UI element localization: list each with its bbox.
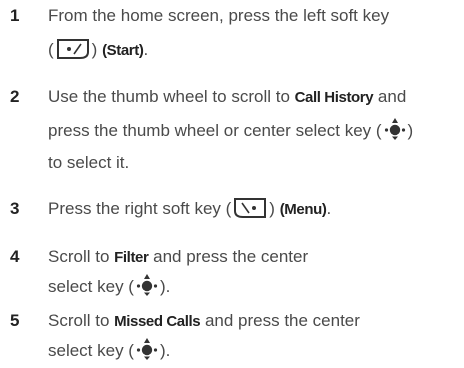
step-text-segment: and	[373, 87, 407, 106]
center-select-key-icon	[136, 274, 158, 296]
step-line: press the thumb wheel or center select k…	[48, 117, 458, 144]
left-soft-key-icon	[56, 39, 89, 59]
step-text-segment: From the home screen, press the left sof…	[48, 6, 390, 25]
step-text-bold: (Start)	[102, 42, 144, 59]
step-text-segment: )	[407, 121, 414, 140]
step-line: Scroll to Missed Calls and press the cen…	[48, 308, 458, 335]
step-line: select key ( ).	[48, 337, 458, 364]
step-number: 3	[10, 199, 20, 218]
step-text-segment: select key (	[48, 341, 134, 360]
step-text-segment: press the thumb wheel or center select k…	[48, 121, 382, 140]
step-text-segment: .	[326, 199, 332, 218]
center-select-key-icon	[136, 338, 158, 360]
step-text-segment: select key (	[48, 277, 134, 296]
step-line: ( ) (Start).	[48, 37, 458, 64]
step-text-segment: ).	[159, 341, 171, 360]
step-line: From the home screen, press the left sof…	[48, 3, 458, 29]
step-text-segment: and press the center	[200, 311, 360, 330]
step-text-segment: Use the thumb wheel to scroll to	[48, 87, 295, 106]
step-text-segment: )	[91, 40, 103, 59]
step-text: Press the right soft key ( ) (Menu).	[48, 196, 458, 223]
step-line: Press the right soft key ( ) (Menu).	[48, 196, 458, 223]
step-line: Scroll to Filter and press the center	[48, 244, 458, 271]
step-line: select key ( ).	[48, 273, 458, 300]
step-text-segment: and press the center	[148, 247, 309, 266]
step-text: From the home screen, press the left sof…	[48, 3, 458, 64]
step-text-segment: to select it.	[48, 153, 130, 172]
step-line: to select it.	[48, 150, 458, 176]
step-number: 5	[10, 311, 20, 330]
step-text: Use the thumb wheel to scroll to Call Hi…	[48, 84, 458, 176]
step-text-segment: ).	[159, 277, 171, 296]
step-text-bold: Missed Calls	[114, 313, 201, 330]
step-text: Scroll to Filter and press the center se…	[48, 244, 458, 300]
step-text-segment: (	[48, 40, 54, 59]
center-select-key-icon	[384, 118, 405, 140]
step-number: 4	[10, 247, 20, 266]
right-soft-key-icon	[234, 198, 267, 218]
step-text: Scroll to Missed Calls and press the cen…	[48, 308, 458, 364]
step-text-segment: Scroll to	[48, 247, 115, 266]
step-text-bold: (Menu)	[279, 201, 327, 218]
step-text-bold: Call History	[294, 89, 374, 106]
step-number: 2	[10, 87, 20, 106]
step-text-segment: )	[269, 199, 280, 218]
step-line: Use the thumb wheel to scroll to Call Hi…	[48, 84, 458, 111]
step-text-segment: .	[143, 40, 149, 59]
step-text-segment: Press the right soft key (	[48, 199, 232, 218]
step-text-segment: Scroll to	[48, 311, 115, 330]
step-number: 1	[10, 6, 20, 25]
step-text-bold: Filter	[114, 249, 149, 266]
